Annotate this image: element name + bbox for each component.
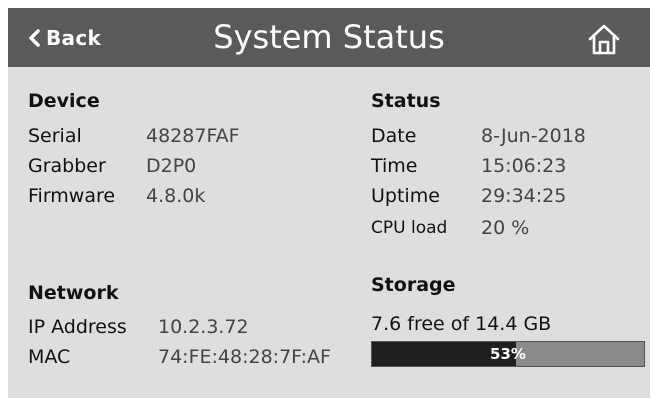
device-label: Firmware <box>28 185 116 207</box>
storage-section-title: Storage <box>371 274 456 296</box>
status-label: Time <box>371 155 418 177</box>
system-status-screen: Back System Status Device Serial 48287FA… <box>8 8 650 398</box>
top-bar: Back System Status <box>8 8 650 67</box>
status-value: 29:34:25 <box>481 185 567 207</box>
device-label: Grabber <box>28 155 106 177</box>
status-label: Date <box>371 125 417 147</box>
network-value: 10.2.3.72 <box>158 316 249 338</box>
status-value: 20 % <box>481 217 530 239</box>
device-value: 4.8.0k <box>146 185 206 207</box>
status-label: CPU load <box>371 218 448 238</box>
status-row-time: Time 15:06:23 <box>371 155 566 177</box>
network-label: MAC <box>28 346 71 368</box>
network-row-ip: IP Address 10.2.3.72 <box>28 316 249 338</box>
device-section-title: Device <box>28 90 100 112</box>
storage-usage-label: 53% <box>490 345 526 363</box>
device-row-firmware: Firmware 4.8.0k <box>28 185 205 207</box>
home-button[interactable] <box>587 22 621 56</box>
network-row-mac: MAC 74:FE:48:28:7F:AF <box>28 346 331 368</box>
status-row-cpu-load: CPU load 20 % <box>371 217 529 239</box>
network-value: 74:FE:48:28:7F:AF <box>158 346 331 368</box>
device-value: 48287FAF <box>146 125 240 147</box>
storage-summary: 7.6 free of 14.4 GB <box>371 313 552 335</box>
status-row-date: Date 8-Jun-2018 <box>371 125 586 147</box>
status-value: 8-Jun-2018 <box>481 125 586 147</box>
network-section-title: Network <box>28 282 119 304</box>
device-row-serial: Serial 48287FAF <box>28 125 240 147</box>
storage-usage-bar: 53% <box>371 341 645 367</box>
status-row-uptime: Uptime 29:34:25 <box>371 185 566 207</box>
status-value: 15:06:23 <box>481 155 567 177</box>
network-label: IP Address <box>28 316 127 338</box>
device-label: Serial <box>28 125 82 147</box>
status-section-title: Status <box>371 90 441 112</box>
status-label: Uptime <box>371 185 440 207</box>
page-title: System Status <box>213 18 445 56</box>
device-row-grabber: Grabber D2P0 <box>28 155 196 177</box>
device-value: D2P0 <box>146 155 197 177</box>
home-icon <box>588 24 620 55</box>
